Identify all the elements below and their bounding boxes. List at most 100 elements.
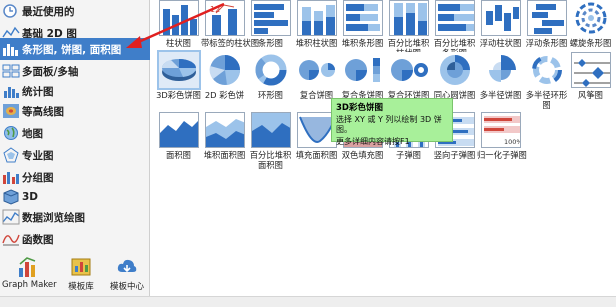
- template-3d-color-pie[interactable]: 3D彩色饼图: [155, 50, 202, 100]
- cloud-download-icon: [116, 256, 138, 278]
- template-percent-stacked-bar[interactable]: 百分比堆积条形图: [431, 0, 478, 58]
- pie-of-pie-icon: [296, 52, 337, 88]
- template-label-line: 多半径环形图: [525, 90, 568, 110]
- template-kite[interactable]: 风筝图: [567, 52, 614, 100]
- template-stacked-area[interactable]: 堆积面积图: [201, 112, 248, 160]
- template-percent-stacked-area[interactable]: 百分比堆积面积图: [247, 112, 294, 170]
- spiral-bar-icon: [570, 0, 611, 36]
- template-bar-of-pie[interactable]: 复合条饼图: [339, 52, 386, 100]
- template-center-button[interactable]: 模板中心: [106, 256, 148, 292]
- bottom-toolbar: Graph Maker 模板库 模板中心: [0, 256, 150, 296]
- template-label: 浮动条形图: [525, 38, 568, 48]
- column-chart-icon: [158, 0, 199, 36]
- tooltip-line-1: 选择 XY 或 Y 列以绘制 3D 饼图。: [336, 115, 442, 134]
- template-library-button[interactable]: 模板库: [62, 256, 100, 292]
- bar-of-pie-icon: [342, 52, 383, 88]
- category-grouped[interactable]: 分组图: [0, 166, 150, 188]
- template-label: 柱状图: [166, 38, 191, 48]
- category-label: 地图: [22, 127, 43, 140]
- category-label: 函数图: [22, 233, 54, 246]
- percent-stacked-area-icon: [250, 112, 291, 148]
- template-floating-bar[interactable]: 浮动条形图: [523, 0, 570, 48]
- template-label: 归一化子弹图: [477, 150, 527, 160]
- category-recent[interactable]: 最近使用的: [0, 0, 150, 22]
- percent-stacked-column-icon: [388, 0, 429, 36]
- donut-icon: [250, 52, 291, 88]
- template-pie-of-pie[interactable]: 复合饼图: [293, 52, 340, 100]
- labeled-bar-number: 12: [210, 5, 220, 14]
- labeled-column-icon: 12: [204, 0, 245, 36]
- graph-maker-button[interactable]: Graph Maker: [2, 256, 57, 290]
- category-label: 多面板/多轴: [22, 65, 79, 78]
- category-label: 统计图: [22, 85, 54, 98]
- category-sidebar: 最近使用的 基础 2D 图 条形图, 饼图, 面积图 多面板/多轴 统计图 等高…: [0, 0, 150, 307]
- stacked-column-icon: [296, 0, 337, 36]
- template-donut-of-pie[interactable]: 复合环饼图: [385, 52, 432, 100]
- category-label: 最近使用的: [22, 5, 75, 18]
- template-label: 风筝图: [578, 90, 603, 100]
- template-bar[interactable]: 条形图: [247, 0, 294, 48]
- donut-of-pie-icon: [388, 52, 429, 88]
- percent-stacked-bar-icon: [434, 0, 475, 36]
- template-label: 条形图: [258, 38, 283, 48]
- contour-icon: [2, 103, 20, 119]
- category-label: 3D: [22, 191, 39, 203]
- floating-bar-icon: [526, 0, 567, 36]
- tool-label: 模板库: [68, 282, 94, 292]
- category-function[interactable]: 函数图: [0, 228, 150, 250]
- template-area[interactable]: 面积图: [155, 112, 202, 160]
- graph-maker-icon: [17, 256, 39, 278]
- multi-radius-donut-icon: [526, 52, 567, 88]
- template-label: 浮动柱状图: [479, 38, 522, 48]
- category-specialized[interactable]: 专业图: [0, 144, 150, 166]
- template-stacked-bar[interactable]: 堆积条形图: [339, 0, 386, 48]
- tool-label: Graph Maker: [2, 280, 57, 290]
- template-2d-color-pie[interactable]: 2D 彩色饼: [201, 52, 248, 100]
- category-data-explore[interactable]: 数据浏览绘图: [0, 206, 150, 228]
- template-normalized-bullet[interactable]: 100% 归一化子弹图: [477, 112, 527, 160]
- template-multi-radius-pie[interactable]: 多半径饼图: [477, 52, 524, 100]
- category-statistics[interactable]: 统计图: [0, 80, 150, 102]
- template-label: 多半径饼图: [479, 90, 522, 100]
- template-grid: 柱状图 12 带标签的柱状图 条形图 堆积柱状图 堆积条形图 百分比堆积柱状图 …: [151, 0, 616, 296]
- template-label: 百分比堆积面积图: [247, 150, 294, 170]
- globe-icon: [2, 125, 20, 141]
- histogram-icon: [2, 83, 20, 99]
- template-label: 螺旋条形图: [569, 38, 612, 48]
- area-chart-icon: [158, 112, 199, 148]
- tooltip-title: 3D彩色饼图: [336, 103, 383, 113]
- category-label: 等高线图: [22, 105, 64, 118]
- template-column[interactable]: 柱状图: [155, 0, 202, 48]
- template-tooltip: 3D彩色饼图 选择 XY 或 Y 列以绘制 3D 饼图。 更多详细内容请按F1: [331, 98, 453, 146]
- template-gallery-window: 最近使用的 基础 2D 图 条形图, 饼图, 面积图 多面板/多轴 统计图 等高…: [0, 0, 616, 307]
- bar-chart-icon: [250, 0, 291, 36]
- template-label: 多半径环形图: [523, 90, 570, 110]
- template-multi-radius-donut[interactable]: 多半径环形图: [523, 52, 570, 110]
- template-labeled-column[interactable]: 12 带标签的柱状图: [201, 0, 259, 48]
- template-label: 双色填充图: [341, 150, 384, 160]
- template-floating-column[interactable]: 浮动柱状图: [477, 0, 524, 48]
- template-concentric-pie[interactable]: 同心圆饼图: [431, 52, 478, 100]
- multi-radius-pie-icon: [480, 52, 521, 88]
- tool-label: 模板中心: [109, 282, 144, 292]
- category-3d[interactable]: 3D: [0, 186, 150, 208]
- concentric-pie-icon: [434, 52, 475, 88]
- category-label: 条形图, 饼图, 面积图: [22, 43, 122, 56]
- template-donut[interactable]: 环形图: [247, 52, 294, 100]
- percent-label: 100%: [504, 138, 521, 146]
- horizontal-scrollbar[interactable]: [0, 296, 616, 307]
- category-contour[interactable]: 等高线图: [0, 100, 150, 122]
- template-label: 堆积柱状图: [295, 38, 338, 48]
- template-label-line: 百分比堆积面积图: [249, 150, 292, 170]
- template-label: 2D 彩色饼: [204, 90, 245, 100]
- template-spiral-bar[interactable]: 螺旋条形图: [567, 0, 614, 48]
- category-map[interactable]: 地图: [0, 122, 150, 144]
- kite-chart-icon: [570, 52, 611, 88]
- template-percent-stacked-column[interactable]: 百分比堆积柱状图: [385, 0, 432, 58]
- clock-icon: [2, 3, 20, 19]
- category-bar-pie-area[interactable]: 条形图, 饼图, 面积图: [0, 38, 150, 60]
- category-multi-panel[interactable]: 多面板/多轴: [0, 60, 150, 82]
- template-stacked-column[interactable]: 堆积柱状图: [293, 0, 340, 48]
- template-label: 堆积条形图: [341, 38, 384, 48]
- template-label: 堆积面积图: [203, 150, 246, 160]
